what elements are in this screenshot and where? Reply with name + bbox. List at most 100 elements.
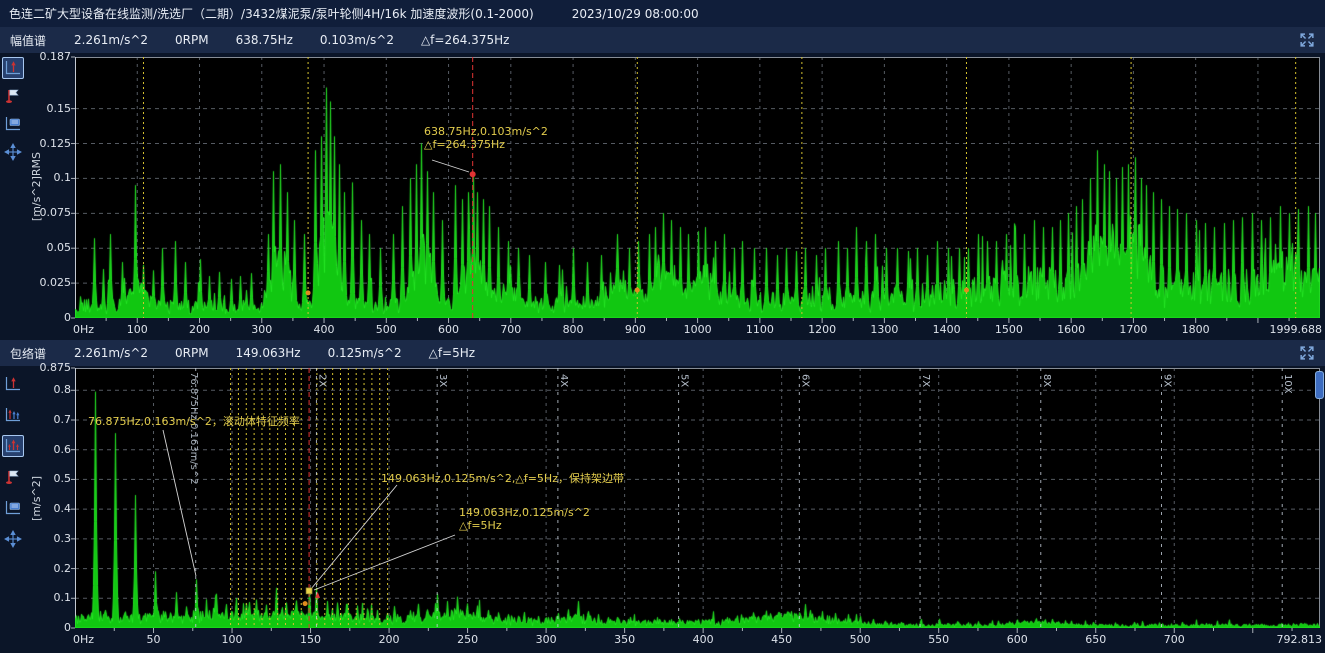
cursor-frequency: 149.063Hz bbox=[236, 346, 301, 360]
x-tick-label: 1500 bbox=[977, 323, 1041, 336]
harmonic-cursor-tool-icon-button[interactable] bbox=[2, 404, 24, 426]
panel-title: 包络谱 bbox=[10, 345, 46, 362]
x-tick-label: 800 bbox=[541, 323, 605, 336]
right-scrollbar-thumb[interactable] bbox=[1315, 371, 1324, 399]
svg-text:10X: 10X bbox=[1282, 374, 1293, 394]
x-tick-label: 500 bbox=[354, 323, 418, 336]
x-tick-label: 500 bbox=[828, 633, 892, 646]
cursor-annotation: 149.063Hz,0.125m/s^2△f=5Hz bbox=[459, 506, 590, 532]
panel-title: 幅值谱 bbox=[10, 32, 46, 49]
flag-marker-tool-icon-button[interactable] bbox=[2, 466, 24, 488]
peak-cursor-tool-icon-button[interactable] bbox=[2, 373, 24, 395]
envelope-spectrum-header: 包络谱 2.261m/s^2 0RPM 149.063Hz 0.125m/s^2… bbox=[0, 340, 1325, 366]
y-tick-label: 0.025 bbox=[21, 276, 71, 289]
rpm-value: 0RPM bbox=[175, 33, 209, 47]
x-tick-label: 600 bbox=[417, 323, 481, 336]
x-tick-label: 450 bbox=[750, 633, 814, 646]
cursor-annotation: 638.75Hz,0.103m/s^2△f=264.375Hz bbox=[424, 125, 548, 151]
harmonic-1x-label: 76.875Hz,0.163m/s^2 bbox=[188, 372, 199, 485]
y-tick-label: 0.875 bbox=[21, 361, 71, 374]
x-tick-label: 1100 bbox=[728, 323, 792, 336]
svg-text:5X: 5X bbox=[679, 374, 690, 387]
x-tick-label: 300 bbox=[514, 633, 578, 646]
y-tick-label: 0 bbox=[21, 621, 71, 634]
svg-text:6X: 6X bbox=[799, 374, 810, 387]
y-tick-label: 0.4 bbox=[21, 502, 71, 515]
x-tick-label: 650 bbox=[1064, 633, 1128, 646]
x-tick-label: 700 bbox=[479, 323, 543, 336]
delta-f-value: △f=5Hz bbox=[429, 346, 475, 360]
cursor-annotation: 76.875Hz,0.163m/s^2，滚动体特征频率 bbox=[88, 415, 300, 428]
cursor-amplitude: 0.103m/s^2 bbox=[320, 33, 394, 47]
svg-text:3X: 3X bbox=[437, 374, 448, 387]
title-bar: 色连二矿大型设备在线监测/洗选厂（二期）/3432煤泥泵/泵叶轮侧4H/16k … bbox=[0, 0, 1325, 27]
y-axis-label: [m/s^2]RMS bbox=[30, 152, 43, 221]
sideband-cursor-tool-icon-button[interactable] bbox=[2, 435, 24, 457]
cursor-frequency: 638.75Hz bbox=[236, 33, 293, 47]
amplitude-spectrum-header: 幅值谱 2.261m/s^2 0RPM 638.75Hz 0.103m/s^2 … bbox=[0, 27, 1325, 53]
x-tick-label: 50 bbox=[122, 633, 186, 646]
report-tool-icon-button[interactable] bbox=[2, 497, 24, 519]
y-tick-label: 0.1 bbox=[21, 591, 71, 604]
envelope-spectrum-plot[interactable]: 2X3X4X5X6X7X8X9X10X76.875Hz,0.163m/s^276… bbox=[75, 368, 1320, 628]
x-tick-label: 1999.688 bbox=[1258, 323, 1322, 336]
rpm-value: 0RPM bbox=[175, 346, 209, 360]
x-tick-label: 100 bbox=[200, 633, 264, 646]
x-tick-label: 300 bbox=[230, 323, 294, 336]
y-tick-label: 0.187 bbox=[21, 50, 71, 63]
breadcrumb: 色连二矿大型设备在线监测/洗选厂（二期）/3432煤泥泵/泵叶轮侧4H/16k … bbox=[9, 5, 534, 22]
pan-tool-icon-button[interactable] bbox=[2, 141, 24, 163]
overall-value: 2.261m/s^2 bbox=[74, 346, 148, 360]
y-tick-label: 0.5 bbox=[21, 472, 71, 485]
report-tool-icon-button[interactable] bbox=[2, 113, 24, 135]
x-tick-label: 100 bbox=[105, 323, 169, 336]
peak-cursor-tool-icon-button[interactable] bbox=[2, 57, 24, 79]
x-tick-label: 900 bbox=[603, 323, 667, 336]
x-tick-label: 150 bbox=[279, 633, 343, 646]
y-tick-label: 0.8 bbox=[21, 383, 71, 396]
y-tick-label: 0.2 bbox=[21, 562, 71, 575]
x-tick-label: 1200 bbox=[790, 323, 854, 336]
x-tick-label: 400 bbox=[671, 633, 735, 646]
x-tick-label: 1800 bbox=[1164, 323, 1228, 336]
cursor-layer[interactable]: 2X3X4X5X6X7X8X9X10X bbox=[75, 368, 1320, 628]
x-tick-label: 1600 bbox=[1039, 323, 1103, 336]
x-tick-label: 700 bbox=[1142, 633, 1206, 646]
cursor-layer[interactable] bbox=[75, 57, 1320, 318]
y-tick-label: 0.6 bbox=[21, 443, 71, 456]
x-tick-label: 200 bbox=[168, 323, 232, 336]
x-tick-label: 1700 bbox=[1101, 323, 1165, 336]
delta-f-value: △f=264.375Hz bbox=[421, 33, 509, 47]
y-tick-label: 0.7 bbox=[21, 413, 71, 426]
svg-text:4X: 4X bbox=[558, 374, 569, 387]
app-window: 色连二矿大型设备在线监测/洗选厂（二期）/3432煤泥泵/泵叶轮侧4H/16k … bbox=[0, 0, 1325, 653]
y-tick-label: 0.15 bbox=[21, 102, 71, 115]
x-tick-label: 600 bbox=[985, 633, 1049, 646]
svg-text:8X: 8X bbox=[1041, 374, 1052, 387]
x-tick-label: 1400 bbox=[915, 323, 979, 336]
cursor-amplitude: 0.125m/s^2 bbox=[328, 346, 402, 360]
amplitude-spectrum-plot[interactable]: 638.75Hz,0.103m/s^2△f=264.375Hz0Hz100200… bbox=[75, 57, 1320, 318]
x-tick-label: 250 bbox=[436, 633, 500, 646]
y-tick-label: 0 bbox=[21, 311, 71, 324]
pan-tool-icon-button[interactable] bbox=[2, 528, 24, 550]
cursor-annotation: 149.063Hz,0.125m/s^2,△f=5Hz，保持架边带 bbox=[381, 472, 624, 485]
x-tick-label: 400 bbox=[292, 323, 356, 336]
y-tick-label: 0.125 bbox=[21, 137, 71, 150]
datetime: 2023/10/29 08:00:00 bbox=[572, 7, 699, 21]
expand-icon[interactable] bbox=[1298, 31, 1316, 49]
y-tick-label: 0.3 bbox=[21, 532, 71, 545]
y-axis-label: [m/s^2] bbox=[30, 476, 43, 521]
y-tick-label: 0.075 bbox=[21, 206, 71, 219]
overall-value: 2.261m/s^2 bbox=[74, 33, 148, 47]
svg-text:2X: 2X bbox=[316, 374, 327, 387]
x-tick-label: 550 bbox=[907, 633, 971, 646]
svg-text:7X: 7X bbox=[920, 374, 931, 387]
expand-icon[interactable] bbox=[1298, 344, 1316, 362]
x-tick-label: 200 bbox=[357, 633, 421, 646]
y-tick-label: 0.05 bbox=[21, 241, 71, 254]
x-tick-label: 792.813 bbox=[1258, 633, 1322, 646]
flag-marker-tool-icon-button[interactable] bbox=[2, 85, 24, 107]
x-tick-label: 1000 bbox=[666, 323, 730, 336]
x-tick-label: 1300 bbox=[852, 323, 916, 336]
